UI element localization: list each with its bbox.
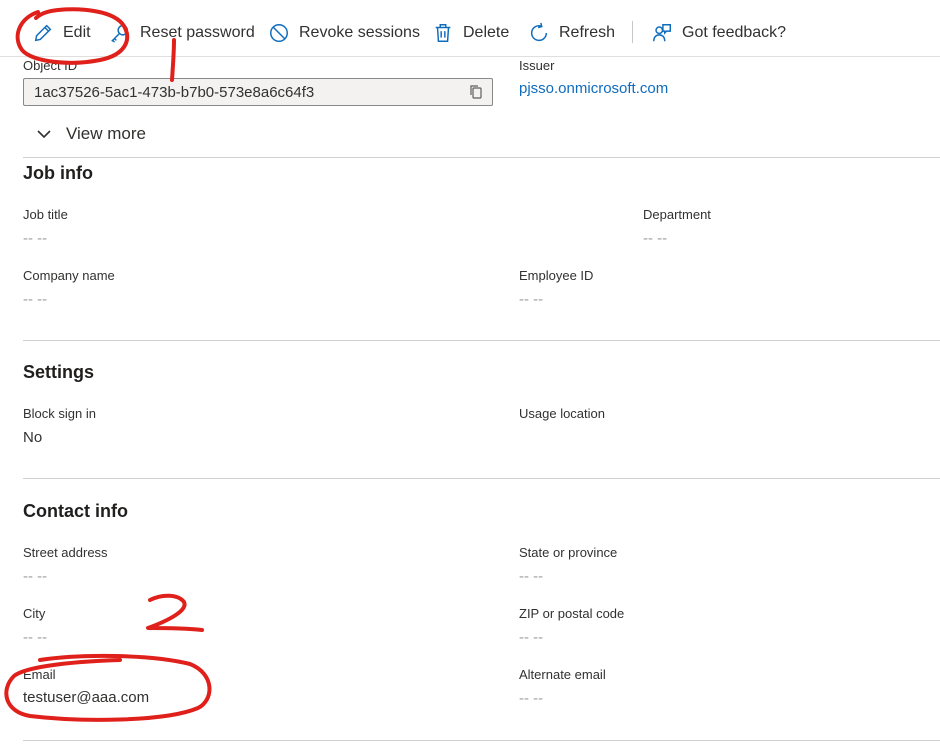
zip-value: -- --	[519, 629, 544, 646]
email-value: testuser@aaa.com	[23, 689, 150, 706]
email-label: Email	[23, 667, 56, 682]
object-id-field[interactable]: 1ac37526-5ac1-473b-b7b0-573e8a6c64f3	[23, 78, 493, 106]
pencil-icon	[34, 24, 52, 42]
object-id-label: Object ID	[23, 58, 78, 73]
company-name-label: Company name	[23, 268, 115, 283]
trash-icon	[435, 24, 451, 42]
key-icon	[111, 24, 129, 43]
employee-id-label: Employee ID	[519, 268, 594, 283]
view-more-label: View more	[66, 124, 146, 143]
edit-label: Edit	[63, 24, 91, 41]
delete-label: Delete	[463, 24, 510, 41]
employee-id-value: -- --	[519, 291, 544, 308]
chevron-down-icon	[37, 130, 51, 139]
job-title-value: -- --	[23, 230, 48, 247]
issuer-label: Issuer	[519, 58, 555, 73]
street-address-label: Street address	[23, 545, 108, 560]
refresh-label: Refresh	[559, 24, 616, 41]
reset-password-label: Reset password	[140, 24, 255, 41]
refresh-icon	[530, 22, 548, 42]
object-id-value: 1ac37526-5ac1-473b-b7b0-573e8a6c64f3	[34, 84, 315, 101]
command-bar: Edit Reset password Revoke sessions Dele…	[0, 0, 940, 57]
feedback-icon	[653, 24, 671, 42]
job-info-heading: Job info	[23, 163, 93, 183]
divider-2	[23, 340, 940, 341]
settings-heading: Settings	[23, 362, 95, 382]
block-sign-in-label: Block sign in	[23, 406, 96, 421]
divider-4	[23, 740, 940, 741]
email-circle-annotation	[4, 653, 212, 722]
zip-label: ZIP or postal code	[519, 606, 625, 621]
revoke-sessions-label: Revoke sessions	[299, 24, 420, 41]
alternate-email-value: -- --	[519, 690, 544, 707]
reset-password-button[interactable]: Reset password	[109, 20, 255, 46]
annotation-overlay	[4, 7, 212, 722]
street-address-value: -- --	[23, 568, 48, 585]
state-label: State or province	[519, 545, 618, 560]
feedback-button[interactable]: Got feedback?	[651, 20, 786, 46]
divider-3	[23, 478, 940, 479]
annotation-number-2	[146, 593, 204, 632]
block-sign-in-value: No	[23, 429, 43, 446]
delete-button[interactable]: Delete	[432, 20, 509, 46]
refresh-button[interactable]: Refresh	[528, 20, 615, 46]
edit-button[interactable]: Edit	[32, 20, 91, 46]
department-value: -- --	[643, 230, 668, 247]
usage-location-label: Usage location	[519, 406, 605, 421]
feedback-label: Got feedback?	[682, 24, 787, 41]
department-label: Department	[643, 207, 711, 222]
prohibited-icon	[270, 24, 288, 42]
issuer-link[interactable]: pjsso.onmicrosoft.com	[519, 80, 668, 97]
company-name-value: -- --	[23, 291, 48, 308]
copy-icon[interactable]	[468, 84, 484, 100]
view-more-toggle[interactable]: View more	[36, 124, 146, 144]
alternate-email-label: Alternate email	[519, 667, 606, 682]
job-title-label: Job title	[23, 207, 68, 222]
city-value: -- --	[23, 629, 48, 646]
revoke-sessions-button[interactable]: Revoke sessions	[268, 20, 420, 46]
divider-1	[23, 157, 940, 158]
city-label: City	[23, 606, 46, 621]
toolbar-divider	[632, 21, 633, 43]
contact-info-heading: Contact info	[23, 501, 128, 521]
state-value: -- --	[519, 568, 544, 585]
